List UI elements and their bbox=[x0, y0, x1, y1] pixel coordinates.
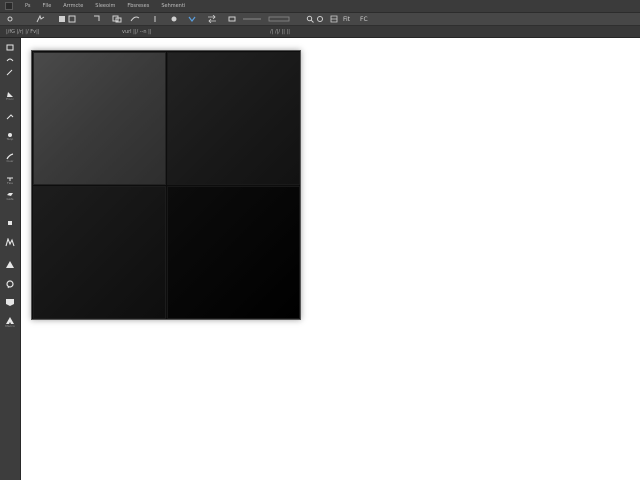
artboard-quadrant-bottom-left[interactable] bbox=[33, 186, 166, 319]
paint-bucket-icon bbox=[8, 220, 12, 225]
arrange-icon[interactable] bbox=[330, 15, 338, 23]
subtract-selection-icon[interactable] bbox=[93, 15, 101, 23]
tool-clone-stamp[interactable]: Fsie bbox=[3, 174, 17, 186]
options-label-2: FC bbox=[360, 15, 368, 23]
tool-eraser[interactable]: Gafe bbox=[3, 190, 17, 202]
tab-info-left[interactable]: |/fG |/r| |/ Fv|| bbox=[6, 29, 39, 35]
zoom-icon bbox=[6, 279, 14, 288]
anti-alias-icon[interactable] bbox=[152, 15, 158, 23]
magic-wand-icon bbox=[6, 69, 13, 75]
artboard-quadrant-top-right[interactable] bbox=[167, 52, 300, 185]
tool-zoom[interactable] bbox=[3, 278, 17, 290]
new-selection-icon[interactable] bbox=[58, 15, 66, 23]
tool-type[interactable] bbox=[3, 258, 17, 270]
tab-info-mid[interactable]: vurl ||/ --n || bbox=[122, 29, 152, 35]
gear-icon[interactable] bbox=[6, 15, 14, 23]
eyedropper-icon bbox=[6, 113, 14, 119]
tool-label-brush: Cuer bbox=[6, 159, 14, 163]
select-mask-icon[interactable] bbox=[242, 15, 262, 23]
style-icon[interactable] bbox=[170, 15, 178, 23]
tool-hand[interactable] bbox=[3, 296, 17, 308]
tool-brush[interactable]: Cuer bbox=[3, 152, 17, 164]
tool-healing[interactable]: Tsop bbox=[3, 130, 17, 142]
options-label-1: Fit bbox=[343, 15, 351, 23]
artboard-quadrant-top-left[interactable] bbox=[33, 52, 166, 185]
tool-label-eraser: Gafe bbox=[6, 197, 14, 201]
tool-move[interactable] bbox=[3, 41, 17, 53]
document-tab-strip: |/fG |/r| |/ Fv|| vurl ||/ --n || /| /|/… bbox=[0, 26, 640, 38]
tool-label-clone: Fsie bbox=[7, 181, 13, 185]
menu-item-6[interactable]: Sehmenti bbox=[161, 3, 185, 9]
menu-item-1[interactable]: Ps bbox=[25, 3, 31, 9]
tool-eyedropper[interactable] bbox=[3, 110, 17, 122]
tool-paint-bucket[interactable] bbox=[3, 216, 17, 228]
width-icon[interactable] bbox=[188, 15, 196, 23]
workspace-icon[interactable] bbox=[316, 15, 324, 23]
type-icon bbox=[6, 260, 14, 268]
menu-item-5[interactable]: Fbsreses bbox=[127, 3, 149, 9]
pen-icon bbox=[5, 237, 15, 246]
tool-path-select[interactable]: Macco bbox=[3, 316, 17, 328]
tab-info-right[interactable]: /| /|/ || || bbox=[270, 29, 290, 35]
tool-label-healing: Tsop bbox=[6, 137, 14, 141]
menu-item-3[interactable]: Arrmcte bbox=[63, 3, 83, 9]
feather-icon[interactable] bbox=[130, 15, 140, 23]
tool-panel: Frocc Tsop Cuer Fsie Gafe Macco bbox=[0, 38, 21, 480]
app-logo-icon[interactable] bbox=[5, 2, 13, 10]
intersect-selection-icon[interactable] bbox=[112, 15, 122, 23]
menu-bar: Ps Flle Arrmcte Sleeoim Fbsreses Sehment… bbox=[0, 0, 640, 13]
canvas-area[interactable] bbox=[21, 38, 640, 480]
add-selection-icon[interactable] bbox=[68, 15, 76, 23]
menu-item-4[interactable]: Sleeoim bbox=[95, 3, 115, 9]
options-bar: Fit FC bbox=[0, 13, 640, 26]
menu-item-2[interactable]: Flle bbox=[43, 3, 52, 9]
tool-pen[interactable] bbox=[3, 236, 17, 248]
tool-crop[interactable]: Frocc bbox=[3, 90, 17, 102]
tool-lasso[interactable] bbox=[3, 54, 17, 66]
artboard[interactable] bbox=[31, 50, 301, 320]
tool-preset-icon[interactable] bbox=[36, 15, 45, 23]
lasso-icon bbox=[6, 58, 14, 61]
app-window: Ps Flle Arrmcte Sleeoim Fbsreses Sehment… bbox=[0, 0, 640, 480]
height-icon[interactable] bbox=[228, 15, 236, 23]
hand-icon bbox=[6, 298, 14, 306]
move-icon bbox=[6, 44, 14, 50]
search-icon[interactable] bbox=[306, 15, 314, 23]
tool-magic-wand[interactable] bbox=[3, 66, 17, 78]
tool-label-crop: Frocc bbox=[6, 97, 14, 101]
refine-edge-icon[interactable] bbox=[268, 15, 290, 23]
tool-label-path: Macco bbox=[5, 324, 15, 328]
artboard-quadrant-bottom-right[interactable] bbox=[167, 186, 300, 319]
swap-icon[interactable] bbox=[207, 15, 217, 23]
